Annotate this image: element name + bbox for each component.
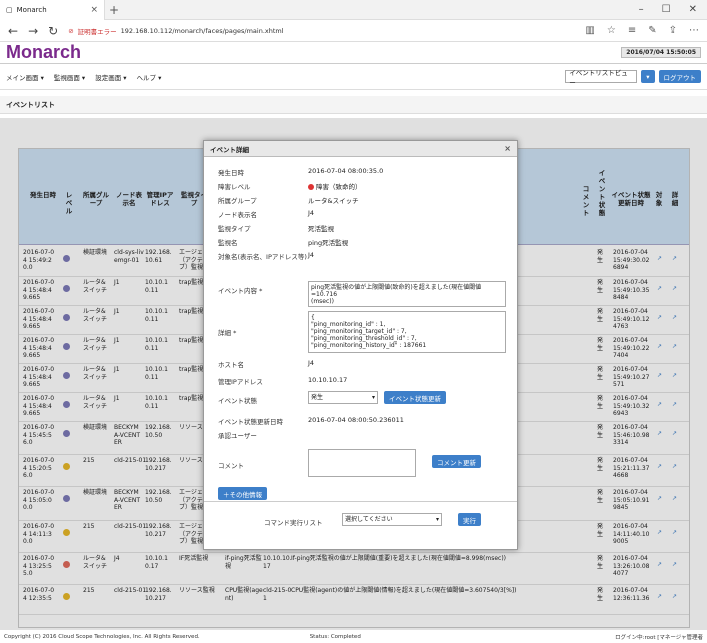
- maximize-icon[interactable]: ☐: [662, 4, 671, 15]
- other-info-button[interactable]: ＋その他情報: [218, 487, 267, 500]
- field-label: 対象名(表示名、IPアドレス等): [218, 253, 307, 261]
- command-run-button[interactable]: 実行: [458, 513, 481, 526]
- browser-titlebar: ▢ Monarch × + – ☐ ✕: [0, 0, 707, 20]
- dialog-close-icon[interactable]: ×: [504, 144, 511, 153]
- command-chevron-icon: ▾: [435, 516, 439, 523]
- command-list-label: コマンド実行リスト: [264, 519, 323, 527]
- comment-textarea[interactable]: [308, 449, 416, 477]
- logout-button[interactable]: ログアウト: [658, 70, 701, 83]
- state-updated-value: 2016-07-04 08:00:50.236011: [308, 416, 404, 424]
- app-header: Monarch 2016/07/04 15:50:05: [0, 42, 707, 64]
- tab-page-icon: ▢: [6, 5, 13, 14]
- field-value: ルータ&スイッチ: [308, 197, 359, 205]
- state-select[interactable]: 発生 ▾: [308, 391, 378, 404]
- dialog-body: 発生日時 2016-07-04 08:00:35.0 障害レベル 障害（致命的） 所属グ…: [204, 157, 517, 501]
- cert-warning-label: 証明書エラー: [77, 27, 117, 36]
- address-bar: ← → ↻ ⊘ 証明書エラー 192.168.10.112/monarch/fa…: [0, 20, 707, 42]
- url-field[interactable]: ⊘ 証明書エラー 192.168.10.112/monarch/faces/pa…: [68, 26, 283, 36]
- view-select[interactable]: イベントリストビュー: [565, 69, 638, 87]
- section-title: イベントリスト: [0, 96, 707, 114]
- tab-close-icon[interactable]: ×: [90, 5, 98, 15]
- forward-icon[interactable]: →: [28, 24, 38, 38]
- url-text: 192.168.10.112/monarch/faces/pages/main.…: [120, 26, 284, 35]
- ip-label: 管理IPアドレス: [218, 378, 263, 386]
- reading-view-icon[interactable]: ▥: [585, 25, 594, 36]
- window-controls: – ☐ ✕: [639, 4, 707, 15]
- menu-settings[interactable]: 設定画面 ▾: [95, 72, 126, 82]
- tab-title: Monarch: [16, 5, 47, 14]
- ip-value: 10.10.10.17: [308, 376, 348, 384]
- state-select-value: 発生: [311, 394, 324, 401]
- field-value: J4: [308, 251, 315, 259]
- browser-tools: ▥ ☆ ≡ ✎ ⇪ ⋯: [585, 25, 699, 36]
- field-value: 2016-07-04 08:00:35.0: [308, 167, 384, 175]
- field-value: ping死活監視: [308, 239, 349, 247]
- state-update-button[interactable]: イベント状態更新: [384, 391, 446, 404]
- app-logo: Monarch: [6, 42, 82, 62]
- field-label: 所属グループ: [218, 197, 257, 205]
- field-label: 監視名: [218, 239, 238, 247]
- menu-help[interactable]: ヘルプ ▾: [137, 72, 162, 82]
- copyright: Copyright (C) 2016 Cloud Scope Technolog…: [4, 633, 200, 640]
- server-clock: 2016/07/04 15:50:05: [621, 47, 701, 58]
- status-bar: Copyright (C) 2016 Cloud Scope Technolog…: [0, 630, 707, 643]
- menu-monitor[interactable]: 監視画面 ▾: [54, 72, 85, 82]
- field-value: 障害（致命的）: [308, 181, 362, 191]
- content-label: イベント内容 *: [218, 287, 263, 295]
- favorite-star-icon[interactable]: ☆: [607, 25, 616, 36]
- field-value-text: 障害（致命的）: [316, 183, 362, 191]
- back-icon[interactable]: ←: [8, 24, 18, 38]
- field-label: 障害レベル: [218, 183, 251, 191]
- dialog-header: イベント詳細 ×: [204, 141, 517, 157]
- host-label: ホスト名: [218, 361, 244, 369]
- browser-tab[interactable]: ▢ Monarch ×: [0, 0, 105, 20]
- host-value: J4: [308, 359, 315, 367]
- state-label: イベント状態: [218, 397, 257, 405]
- approver-label: 承認ユーザー: [218, 432, 257, 440]
- comment-label: コメント: [218, 462, 244, 470]
- view-select-value: イベントリストビュー: [569, 68, 628, 87]
- refresh-icon[interactable]: ↻: [48, 24, 58, 38]
- detail-textarea[interactable]: { "ping_monitoring_id" : 1, "ping_monito…: [308, 311, 506, 353]
- hub-icon[interactable]: ≡: [628, 25, 636, 36]
- close-window-icon[interactable]: ✕: [689, 4, 697, 15]
- field-label: ノード表示名: [218, 211, 257, 219]
- login-user: ログイン中:root [マネージャ管理者: [615, 634, 703, 641]
- content-textarea[interactable]: ping死活監視の値が上限閾値(致命的)を超えました(現在値閾値=10.716 …: [308, 281, 506, 307]
- notes-icon[interactable]: ✎: [648, 25, 656, 36]
- field-label: 監視タイプ: [218, 225, 251, 233]
- comment-update-button[interactable]: コメント更新: [432, 455, 481, 468]
- cert-warning-icon: ⊘: [68, 26, 74, 35]
- detail-label: 詳細 *: [218, 329, 237, 337]
- more-icon[interactable]: ⋯: [689, 25, 699, 36]
- share-icon[interactable]: ⇪: [669, 25, 677, 36]
- dialog-title: イベント詳細: [210, 145, 249, 154]
- menu-main[interactable]: メイン画面 ▾: [6, 72, 44, 82]
- field-value: 死活監視: [308, 225, 334, 233]
- minimize-icon[interactable]: –: [639, 4, 644, 15]
- new-tab-icon[interactable]: +: [105, 3, 123, 17]
- command-select[interactable]: 選択してください ▾: [342, 513, 442, 526]
- state-updated-label: イベント状態更新日時: [218, 418, 283, 426]
- field-label: 発生日時: [218, 169, 244, 177]
- event-detail-dialog: イベント詳細 × 発生日時 2016-07-04 08:00:35.0 障害レベル 障…: [203, 140, 518, 550]
- chevron-down-icon: ▾: [371, 394, 375, 401]
- command-select-value: 選択してください: [345, 516, 393, 523]
- main-menu: メイン画面 ▾ 監視画面 ▾ 設定画面 ▾ ヘルプ ▾ イベントリストビュー ▾…: [0, 64, 707, 90]
- dialog-divider: [204, 501, 517, 502]
- field-value: J4: [308, 209, 315, 217]
- view-select-arrow[interactable]: ▾: [641, 70, 655, 83]
- status-text: Status: Completed: [309, 633, 361, 640]
- critical-level-icon: [308, 184, 314, 190]
